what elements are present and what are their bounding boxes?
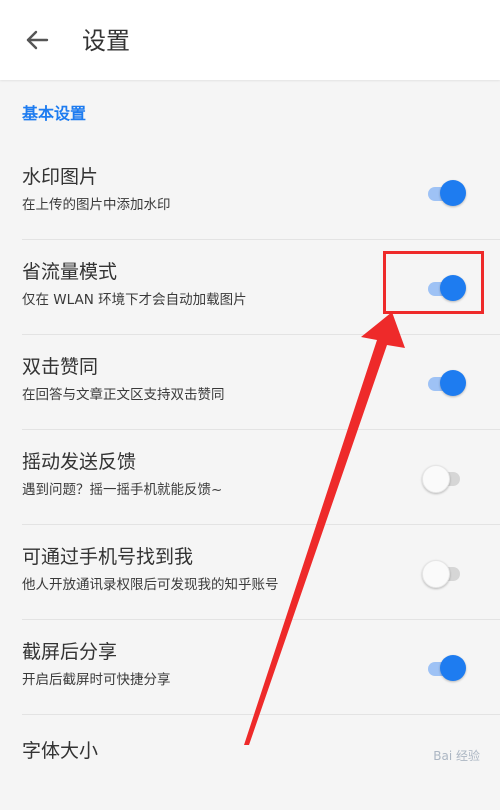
watermark-toggle[interactable] <box>424 179 466 207</box>
page-title: 设置 <box>82 27 130 55</box>
toggle-thumb <box>440 370 466 396</box>
double-tap-upvote-toggle[interactable] <box>424 369 466 397</box>
setting-title: 摇动发送反馈 <box>22 451 137 473</box>
setting-title: 可通过手机号找到我 <box>22 546 194 568</box>
setting-subtitle: 遇到问题？摇一摇手机就能反馈~ <box>22 482 223 498</box>
setting-subtitle: 在回答与文章正文区支持双击赞同 <box>22 387 225 403</box>
setting-title: 字体大小 <box>22 740 99 762</box>
arrow-left-icon[interactable] <box>22 25 52 55</box>
top-app-bar: 设置 <box>0 0 500 80</box>
setting-row-screenshot-share[interactable]: 截屏后分享 开启后截屏时可快捷分享 <box>0 620 500 715</box>
setting-subtitle: 在上传的图片中添加水印 <box>22 197 171 213</box>
toggle-thumb <box>440 180 466 206</box>
setting-row-find-by-phone[interactable]: 可通过手机号找到我 他人开放通讯录权限后可发现我的知乎账号 <box>0 525 500 620</box>
baidu-jingyan-watermark: Bai 经验 <box>433 749 480 763</box>
screenshot-share-toggle[interactable] <box>424 654 466 682</box>
toggle-thumb <box>422 465 450 493</box>
setting-subtitle: 开启后截屏时可快捷分享 <box>22 672 171 688</box>
setting-subtitle: 仅在 WLAN 环境下才会自动加载图片 <box>22 292 247 308</box>
shake-feedback-toggle[interactable] <box>422 464 464 493</box>
setting-row-watermark[interactable]: 水印图片 在上传的图片中添加水印 <box>0 145 500 240</box>
setting-title: 截屏后分享 <box>22 641 118 663</box>
setting-title: 双击赞同 <box>22 356 99 378</box>
setting-title: 水印图片 <box>22 166 99 188</box>
annotation-highlight-box <box>383 251 484 314</box>
setting-row-double-tap-upvote[interactable]: 双击赞同 在回答与文章正文区支持双击赞同 <box>0 335 500 430</box>
setting-title: 省流量模式 <box>22 261 118 283</box>
setting-row-shake-feedback[interactable]: 摇动发送反馈 遇到问题？摇一摇手机就能反馈~ <box>0 430 500 525</box>
section-header-basic: 基本设置 <box>22 104 87 123</box>
find-by-phone-toggle[interactable] <box>422 559 464 588</box>
toggle-thumb <box>440 655 466 681</box>
setting-subtitle: 他人开放通讯录权限后可发现我的知乎账号 <box>22 577 279 593</box>
toggle-thumb <box>422 560 450 588</box>
setting-row-font-size[interactable]: 字体大小 <box>0 715 500 810</box>
